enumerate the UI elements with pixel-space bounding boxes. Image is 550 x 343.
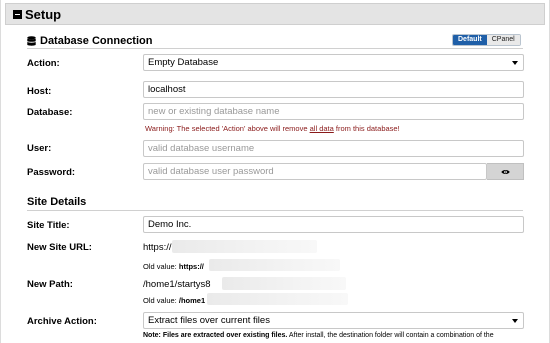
note-rest: After install, the destination folder wi…	[287, 332, 494, 339]
host-input[interactable]: localhost	[143, 81, 524, 98]
redacted-old-url	[209, 259, 340, 271]
password-label: Password:	[27, 167, 76, 178]
section-divider	[27, 48, 523, 49]
redacted-old-path	[207, 293, 348, 305]
archive-action-select[interactable]: Extract files over current files	[143, 312, 524, 329]
database-input[interactable]: new or existing database name	[143, 103, 524, 120]
new-path-label: New Path:	[27, 279, 73, 290]
database-warning: Warning: The selected 'Action' above wil…	[145, 124, 400, 133]
archive-action-value: Extract files over current files	[148, 315, 270, 326]
note-prefix: Note:	[143, 332, 161, 339]
password-input[interactable]: valid database user password	[143, 163, 487, 180]
archive-action-label: Archive Action:	[27, 316, 97, 327]
warning-text-start: Warning: The selected 'Action' above wil…	[145, 124, 310, 133]
site-details-heading: Site Details	[27, 196, 86, 208]
default-toggle-button[interactable]: Default	[453, 35, 487, 45]
database-connection-heading: Database Connection	[27, 35, 152, 47]
eye-icon	[500, 169, 510, 174]
user-input[interactable]: valid database username	[143, 140, 524, 157]
mode-toggle[interactable]: Default CPanel	[452, 34, 521, 46]
site-title-input[interactable]: Demo Inc.	[143, 216, 524, 233]
redacted-path	[222, 277, 346, 290]
warning-all-data: all data	[309, 124, 334, 133]
warning-text-end: from this database!	[333, 124, 400, 133]
section-divider	[27, 210, 523, 211]
collapse-icon[interactable]	[13, 9, 22, 19]
old-url-line: Old value: https://	[143, 262, 204, 271]
host-label: Host:	[27, 86, 52, 97]
old-path-label: Old value:	[143, 296, 177, 305]
user-label: User:	[27, 143, 52, 154]
database-connection-title: Database Connection	[40, 35, 153, 47]
database-label: Database:	[27, 107, 73, 118]
new-site-url-label: New Site URL:	[27, 242, 92, 253]
old-path-value: /home1	[178, 296, 206, 305]
old-url-value: https://	[178, 262, 204, 271]
action-select[interactable]: Empty Database	[143, 54, 524, 71]
old-path-line: Old value: /home1	[143, 296, 205, 305]
setup-header[interactable]: Setup	[5, 3, 545, 25]
site-title-label: Site Title:	[27, 220, 70, 231]
show-password-button[interactable]	[487, 163, 524, 180]
site-details-title: Site Details	[27, 196, 87, 208]
action-select-value: Empty Database	[148, 57, 219, 68]
cpanel-toggle-button[interactable]: CPanel	[486, 35, 520, 45]
redacted-url	[172, 240, 317, 253]
old-url-label: Old value:	[143, 262, 177, 271]
setup-title: Setup	[25, 6, 62, 22]
note-bold: Files are extracted over existing files.	[162, 332, 288, 339]
archive-note: Note: Files are extracted over existing …	[143, 332, 494, 339]
action-label: Action:	[27, 58, 60, 69]
new-site-url-value: https://	[143, 242, 172, 253]
new-path-value: /home1/startys8	[143, 279, 211, 290]
database-icon	[27, 35, 36, 46]
